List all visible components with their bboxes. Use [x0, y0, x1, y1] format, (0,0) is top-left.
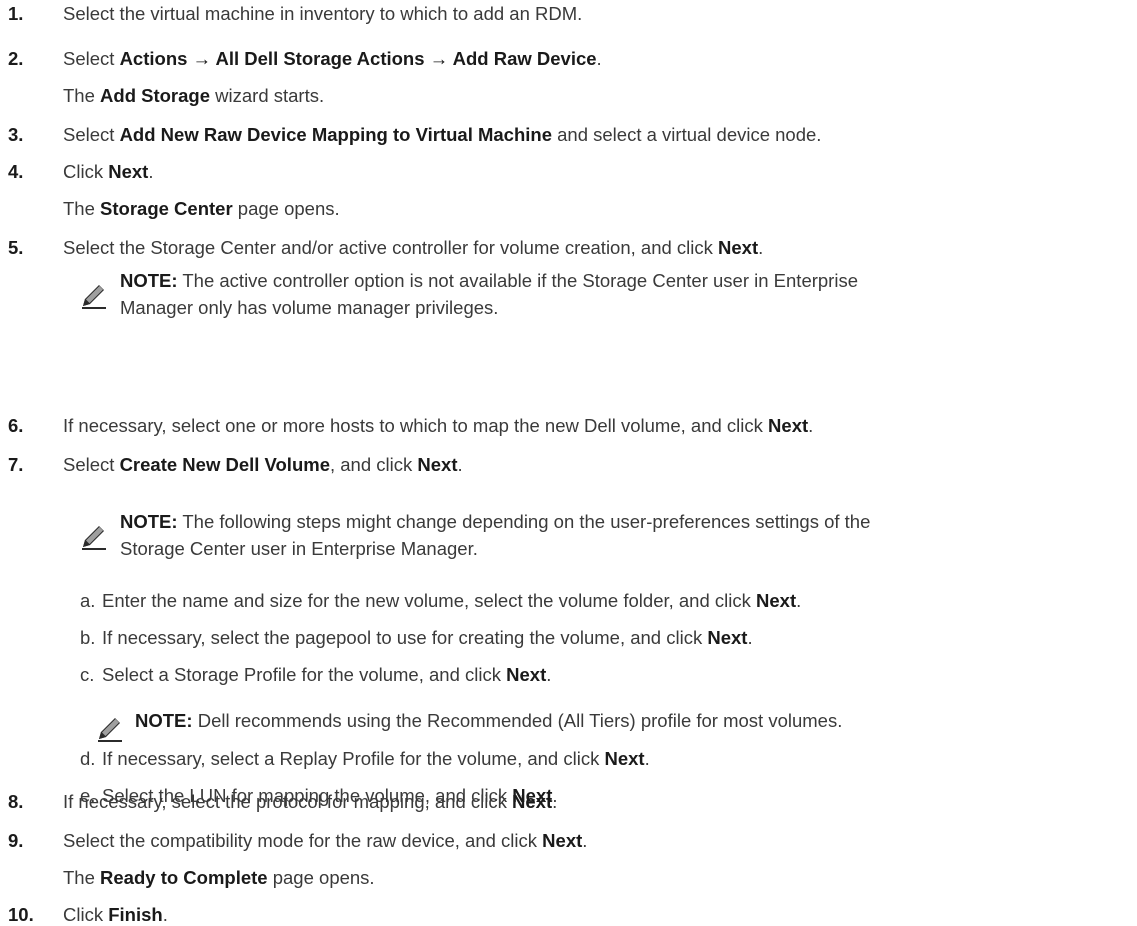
- bold-term: Storage Center: [100, 198, 233, 219]
- text-run: Enter the name and size for the new volu…: [102, 590, 757, 611]
- text-run: Click: [63, 904, 109, 925]
- note-label: NOTE:: [120, 270, 178, 291]
- text-run: .: [582, 830, 588, 851]
- bold-term: Add Storage: [100, 85, 211, 106]
- step-number: 1.: [8, 3, 24, 24]
- text-run: .: [552, 785, 558, 806]
- text-run: Click: [63, 161, 109, 182]
- bold-term: Next: [108, 161, 149, 182]
- text-run: Select: [63, 48, 120, 69]
- step-text: Select the Storage Center and/or active …: [63, 237, 763, 259]
- step-result: The Ready to Complete page opens.: [63, 867, 375, 889]
- text-run: .: [457, 454, 463, 475]
- text-run: .: [808, 415, 814, 436]
- note-pencil-icon: [79, 280, 109, 310]
- step-number: 2.: [8, 48, 24, 69]
- note-text: Storage Center user in Enterprise Manage…: [120, 538, 478, 559]
- substep-letter: b.: [80, 627, 96, 648]
- text-run: Select: [63, 454, 120, 475]
- step-text: Select the virtual machine in inventory …: [63, 3, 582, 25]
- substep-letter: c.: [80, 664, 95, 685]
- note-text: The following steps might change dependi…: [182, 511, 871, 532]
- step-text: Select Actions → All Dell Storage Action…: [63, 48, 602, 70]
- step-number: 3.: [8, 124, 24, 145]
- text-run: If necessary, select one or more hosts t…: [63, 415, 769, 436]
- step-number: 5.: [8, 237, 24, 258]
- bold-term: Next: [417, 454, 458, 475]
- text-run: .: [644, 748, 650, 769]
- step-text: If necessary, select one or more hosts t…: [63, 415, 813, 437]
- step-number: 7.: [8, 454, 24, 475]
- note-text: The active controller option is not avai…: [182, 270, 858, 291]
- text-run: Select the Storage Center and/or active …: [63, 237, 719, 258]
- note-text: Manager only has volume manager privileg…: [120, 297, 499, 318]
- step-text: Select Create New Dell Volume, and click…: [63, 454, 463, 476]
- text-run: Select a Storage Profile for the volume,…: [102, 664, 507, 685]
- text-run: .: [162, 904, 168, 925]
- text-run: , and click: [329, 454, 418, 475]
- note-line: NOTE: The following steps might change d…: [120, 511, 870, 533]
- substep-text: Select a Storage Profile for the volume,…: [102, 664, 551, 686]
- step-result: The Add Storage wizard starts.: [63, 85, 324, 107]
- step-number: 4.: [8, 161, 24, 182]
- note-line: Storage Center user in Enterprise Manage…: [120, 538, 478, 560]
- note-line: NOTE: Dell recommends using the Recommen…: [135, 710, 842, 732]
- substep-letter: d.: [80, 748, 96, 769]
- text-run: .: [796, 590, 802, 611]
- text-run: page opens.: [232, 198, 340, 219]
- text-run: The: [63, 198, 101, 219]
- step-number: 10.: [8, 904, 34, 925]
- bold-term: Actions → All Dell Storage Actions → Add…: [119, 48, 597, 69]
- step-text: Select Add New Raw Device Mapping to Vir…: [63, 124, 821, 146]
- text-run: If necessary, select the pagepool to use…: [102, 627, 708, 648]
- substep-text: Enter the name and size for the new volu…: [102, 590, 801, 612]
- bold-term: Next: [506, 664, 547, 685]
- text-run: If necessary, select a Replay Profile fo…: [102, 748, 605, 769]
- note-line: NOTE: The active controller option is no…: [120, 270, 858, 292]
- bold-term: Add New Raw Device Mapping to Virtual Ma…: [119, 124, 552, 145]
- substep-letter: e.: [80, 785, 96, 806]
- substep-text: If necessary, select a Replay Profile fo…: [102, 748, 650, 770]
- text-run: The: [63, 85, 101, 106]
- note-line: Manager only has volume manager privileg…: [120, 297, 498, 319]
- text-run: .: [546, 664, 552, 685]
- note-label: NOTE:: [135, 710, 193, 731]
- step-number: 9.: [8, 830, 24, 851]
- text-run: Select the compatibility mode for the ra…: [63, 830, 543, 851]
- bold-term: Next: [768, 415, 809, 436]
- step-result: The Storage Center page opens.: [63, 198, 340, 220]
- bold-term: Next: [542, 830, 583, 851]
- bold-term: Create New Dell Volume: [119, 454, 330, 475]
- step-text: Select the compatibility mode for the ra…: [63, 830, 587, 852]
- substep-letter: a.: [80, 590, 96, 611]
- bold-term: Next: [707, 627, 748, 648]
- step-text: Click Finish.: [63, 904, 168, 926]
- note-pencil-icon: [79, 521, 109, 551]
- text-run: .: [148, 161, 154, 182]
- substep-text: If necessary, select the pagepool to use…: [102, 627, 753, 649]
- note-pencil-icon: [95, 713, 125, 743]
- step-number: 6.: [8, 415, 24, 436]
- text-run: page opens.: [267, 867, 375, 888]
- text-run: .: [758, 237, 764, 258]
- step-number: 8.: [8, 791, 24, 812]
- step-text: Click Next.: [63, 161, 153, 183]
- text-run: Select the virtual machine in inventory …: [63, 3, 583, 24]
- text-run: and select a virtual device node.: [552, 124, 822, 145]
- text-run: .: [596, 48, 602, 69]
- text-run: wizard starts.: [210, 85, 325, 106]
- text-run: Select the LUN for mapping the volume, a…: [102, 785, 513, 806]
- text-run: Select: [63, 124, 120, 145]
- note-text: Dell recommends using the Recommended (A…: [197, 710, 843, 731]
- bold-term: Finish: [108, 904, 163, 925]
- substep-text: Select the LUN for mapping the volume, a…: [102, 785, 558, 807]
- bold-term: Next: [512, 785, 553, 806]
- bold-term: Next: [756, 590, 797, 611]
- bold-term: Next: [718, 237, 759, 258]
- bold-term: Ready to Complete: [100, 867, 268, 888]
- bold-term: Next: [604, 748, 645, 769]
- text-run: The: [63, 867, 101, 888]
- text-run: .: [747, 627, 753, 648]
- note-label: NOTE:: [120, 511, 178, 532]
